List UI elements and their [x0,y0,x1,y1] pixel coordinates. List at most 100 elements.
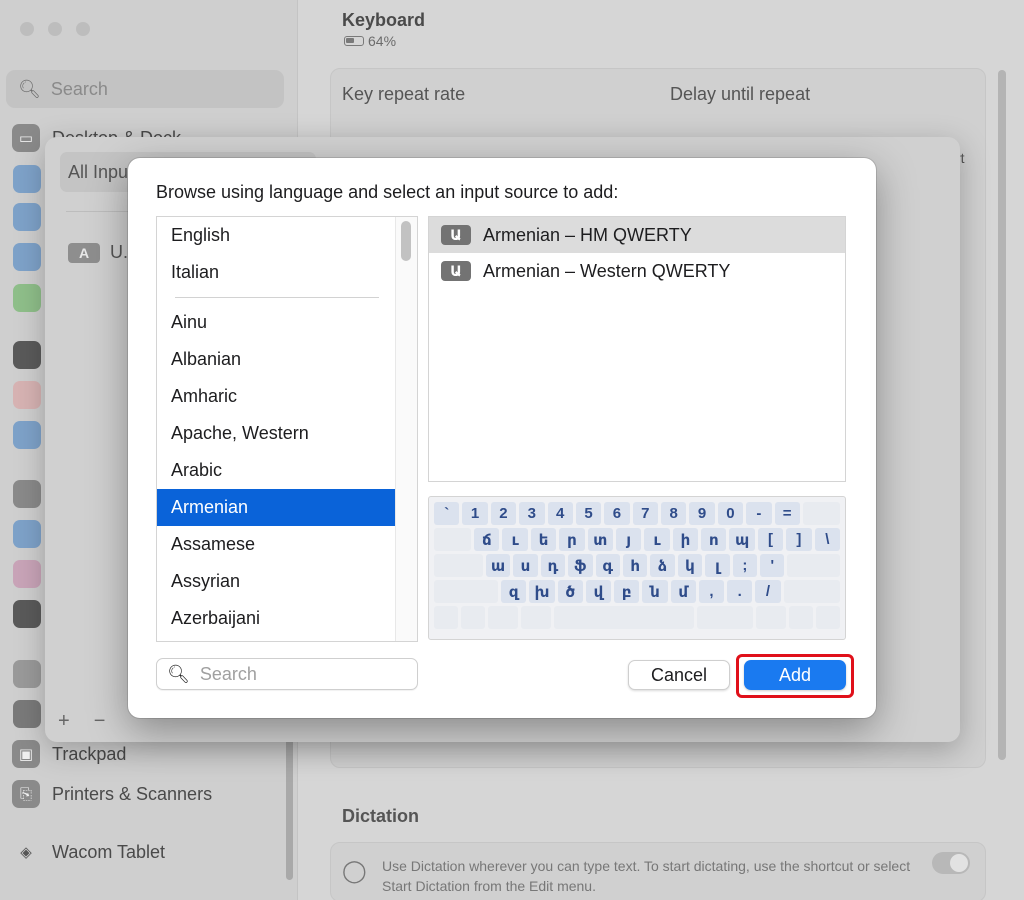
cancel-button[interactable]: Cancel [628,660,730,690]
input-source-item[interactable]: A U. [68,242,128,263]
keyboard-key: ե [530,528,557,551]
keyboard-key: հ [622,554,648,577]
keyboard-key: ւ [644,528,670,551]
keyboard-key: ո [701,528,727,551]
language-search-field[interactable]: 🔍︎ Search [156,658,418,690]
keyboard-key: ' [760,554,785,577]
language-item-selected[interactable]: Armenian [157,489,395,526]
sidebar-item-printers-scanners[interactable]: ⎘ Printers & Scanners [12,780,212,808]
remove-input-source-button[interactable]: − [94,710,106,733]
language-item[interactable]: Arabic [157,452,395,489]
keyboard-key: վ [585,580,612,603]
add-input-source-dialog: Browse using language and select an inpu… [128,158,876,718]
touch-id-icon [13,381,41,409]
keyboard-key: ր [559,528,585,551]
keyboard-key: 9 [689,502,715,525]
printer-icon: ⎘ [12,780,40,808]
trackpad-icon: ▣ [12,740,40,768]
keyboard-key: ; [732,554,758,577]
battery-icon [344,36,364,46]
keyboard-row: ճ ւ ե ր տ յ ւ ի ո պ[] \ [434,528,840,551]
mouse-icon [13,700,41,728]
language-item[interactable]: Amharic [157,378,395,415]
all-input-label: All Inpu [68,162,129,182]
keyboard-row: ա ս դ ֆ գ հ ձ կ լ; ' [434,554,841,577]
keyboard-key: գ [595,554,620,577]
input-source-item[interactable]: Ա Armenian – Western QWERTY [429,253,845,289]
language-item[interactable]: Assyrian [157,563,395,600]
keyboard-key: = [774,502,800,525]
zoom-window-button[interactable] [76,22,90,36]
keyboard-key: 5 [575,502,602,525]
keyboard-key: զ [501,580,527,603]
keyboard-key-blank [521,606,551,629]
input-source-label: Armenian – HM QWERTY [483,224,692,245]
sidebar-search-placeholder: Search [50,78,108,99]
sidebar-item-label: Trackpad [52,743,127,764]
microphone-icon: ◯ [342,858,367,883]
keyboard-row [434,606,840,629]
minimize-window-button[interactable] [48,22,62,36]
appearance-icon [13,165,41,193]
keyboard-key: ` [434,502,460,525]
search-icon: 🔍︎ [167,663,190,684]
keyboard-key-blank [434,606,458,629]
keyboard-key: դ [540,554,566,577]
delay-until-repeat-label: Delay until repeat [670,84,811,104]
sidebar-search-field[interactable]: 🔍︎ Search [6,70,284,108]
keyboard-key-blank [554,606,694,629]
keyboard-layout-preview: ` 1 2 3 4 5 6 7 8 9 0- = ճ ւ ե ր տ յ ւ ի ո պ[] \ ա ս դ ֆ գ հ ձ կ լ; ' զ խ ծ… [428,496,846,640]
keyboard-key-blank [783,580,840,603]
language-item[interactable]: Albanian [157,341,395,378]
dictation-toggle[interactable] [932,852,970,874]
sidebar-item-trackpad[interactable]: ▣ Trackpad [12,740,126,768]
language-item[interactable]: Assamese [157,526,395,563]
close-window-button[interactable] [20,22,34,36]
keyboard-icon [13,660,41,688]
keyboard-key: կ [677,554,703,577]
input-source-list[interactable]: Ա Armenian – HM QWERTY Ա Armenian – West… [428,216,846,482]
keyboard-key-blank [434,528,472,551]
language-item[interactable]: Azerbaijani [157,600,395,637]
keyboard-key-blank [787,554,841,577]
keyboard-key: ա [485,554,511,577]
language-list-scrollbar[interactable] [395,217,417,641]
keyboard-key: 3 [519,502,545,525]
keyboard-key: 4 [547,502,573,525]
language-item[interactable]: Italian [157,254,395,291]
keyboard-key: [ [757,528,784,551]
keyboard-key: . [727,580,753,603]
keyboard-row: զ խ ծ վ բ ն մ,. / [434,580,840,603]
sidebar-item-label: Printers & Scanners [52,783,213,804]
sidebar-item-wacom-tablet[interactable]: ◈ Wacom Tablet [12,838,165,866]
language-list[interactable]: English Italian Ainu Albanian Amharic Ap… [156,216,418,642]
armenian-script-icon: Ա [441,261,471,281]
keyboard-key: ձ [650,554,675,577]
keyboard-key: ճ [474,528,500,551]
key-repeat-rate-label: Key repeat rate [342,84,466,104]
keyboard-key: ծ [557,580,583,603]
sidebar-item-label: Wacom Tablet [52,841,166,862]
keyboard-key: - [746,502,772,525]
accessibility-icon [13,203,41,231]
keyboard-key: 6 [604,502,630,525]
input-source-item-selected[interactable]: Ա Armenian – HM QWERTY [429,217,845,253]
keyboard-key: պ [729,528,755,551]
game-center-icon [13,560,41,588]
language-item[interactable]: Apache, Western [157,415,395,452]
keyboard-key-blank [461,606,485,629]
keyboard-key: ն [642,580,668,603]
keyboard-key: ] [786,528,812,551]
dialog-prompt: Browse using language and select an inpu… [156,182,619,202]
add-input-source-button[interactable]: + [58,710,70,733]
battery-percent: 64% [368,33,397,49]
language-item[interactable]: English [157,217,395,254]
keyboard-key: ի [672,528,699,551]
keyboard-key: ւ [502,528,528,551]
language-list-scroll-thumb[interactable] [401,221,411,261]
language-item[interactable]: Ainu [157,304,395,341]
pane-scrollbar[interactable] [998,70,1006,760]
add-button[interactable]: Add [744,660,846,690]
input-source-label: U. [110,242,128,262]
keyboard-key: տ [587,528,613,551]
